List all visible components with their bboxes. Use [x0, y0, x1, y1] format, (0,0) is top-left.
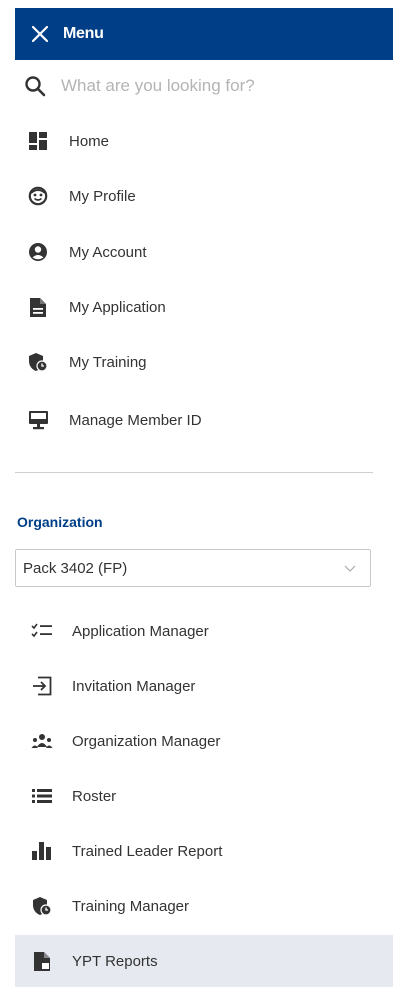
nav-item-organization-manager[interactable]: Organization Manager — [15, 715, 393, 767]
login-box-icon — [31, 675, 53, 697]
search-input[interactable] — [61, 76, 361, 96]
menu-title: Menu — [63, 25, 104, 42]
chevron-down-icon — [344, 565, 356, 572]
shield-clock-icon — [27, 351, 49, 373]
people-group-icon — [31, 730, 53, 752]
nav-item-ypt-reports[interactable]: YPT Reports — [15, 935, 393, 987]
checklist-icon — [31, 620, 53, 642]
nav-item-invitation-manager[interactable]: Invitation Manager — [15, 660, 393, 712]
menu-header: Menu — [15, 8, 393, 60]
bar-chart-icon — [31, 840, 53, 862]
search-bar — [15, 62, 393, 110]
organization-select[interactable]: Pack 3402 (FP) — [15, 549, 371, 587]
nav-item-label: My Profile — [69, 187, 136, 205]
nav-item-my-application[interactable]: My Application — [15, 281, 393, 333]
nav-item-my-profile[interactable]: My Profile — [15, 170, 393, 222]
divider — [15, 472, 373, 473]
nav-item-trained-leader-report[interactable]: Trained Leader Report — [15, 825, 393, 877]
organization-heading: Organization — [17, 514, 103, 530]
nav-item-label: My Training — [69, 353, 147, 371]
nav-item-my-training[interactable]: My Training — [15, 336, 393, 388]
report-file-icon — [31, 950, 53, 972]
shield-clock-icon — [31, 895, 53, 917]
nav-item-label: Trained Leader Report — [72, 842, 223, 860]
list-icon — [31, 785, 53, 807]
nav-item-training-manager[interactable]: Training Manager — [15, 880, 393, 932]
nav-item-label: Organization Manager — [72, 732, 221, 750]
nav-item-manage-member-id[interactable]: Manage Member ID — [15, 394, 393, 446]
nav-item-label: My Account — [69, 243, 147, 261]
nav-item-label: Roster — [72, 787, 117, 805]
nav-item-application-manager[interactable]: Application Manager — [15, 605, 393, 657]
nav-item-home[interactable]: Home — [15, 115, 393, 167]
organization-selected-value: Pack 3402 (FP) — [23, 559, 128, 577]
document-icon — [27, 296, 49, 318]
nav-item-label: YPT Reports — [72, 952, 158, 970]
account-circle-icon — [27, 241, 49, 263]
search-icon — [25, 76, 46, 97]
nav-item-label: Invitation Manager — [72, 677, 196, 695]
nav-item-label: Home — [69, 132, 110, 150]
nav-item-roster[interactable]: Roster — [15, 770, 393, 822]
close-icon[interactable] — [30, 24, 50, 44]
monitor-icon — [27, 409, 49, 431]
nav-item-my-account[interactable]: My Account — [15, 226, 393, 278]
nav-item-label: My Application — [69, 298, 166, 316]
dashboard-icon — [27, 130, 49, 152]
nav-item-label: Application Manager — [72, 622, 209, 640]
face-icon — [27, 185, 49, 207]
nav-item-label: Manage Member ID — [69, 411, 202, 429]
nav-item-label: Training Manager — [72, 897, 190, 915]
